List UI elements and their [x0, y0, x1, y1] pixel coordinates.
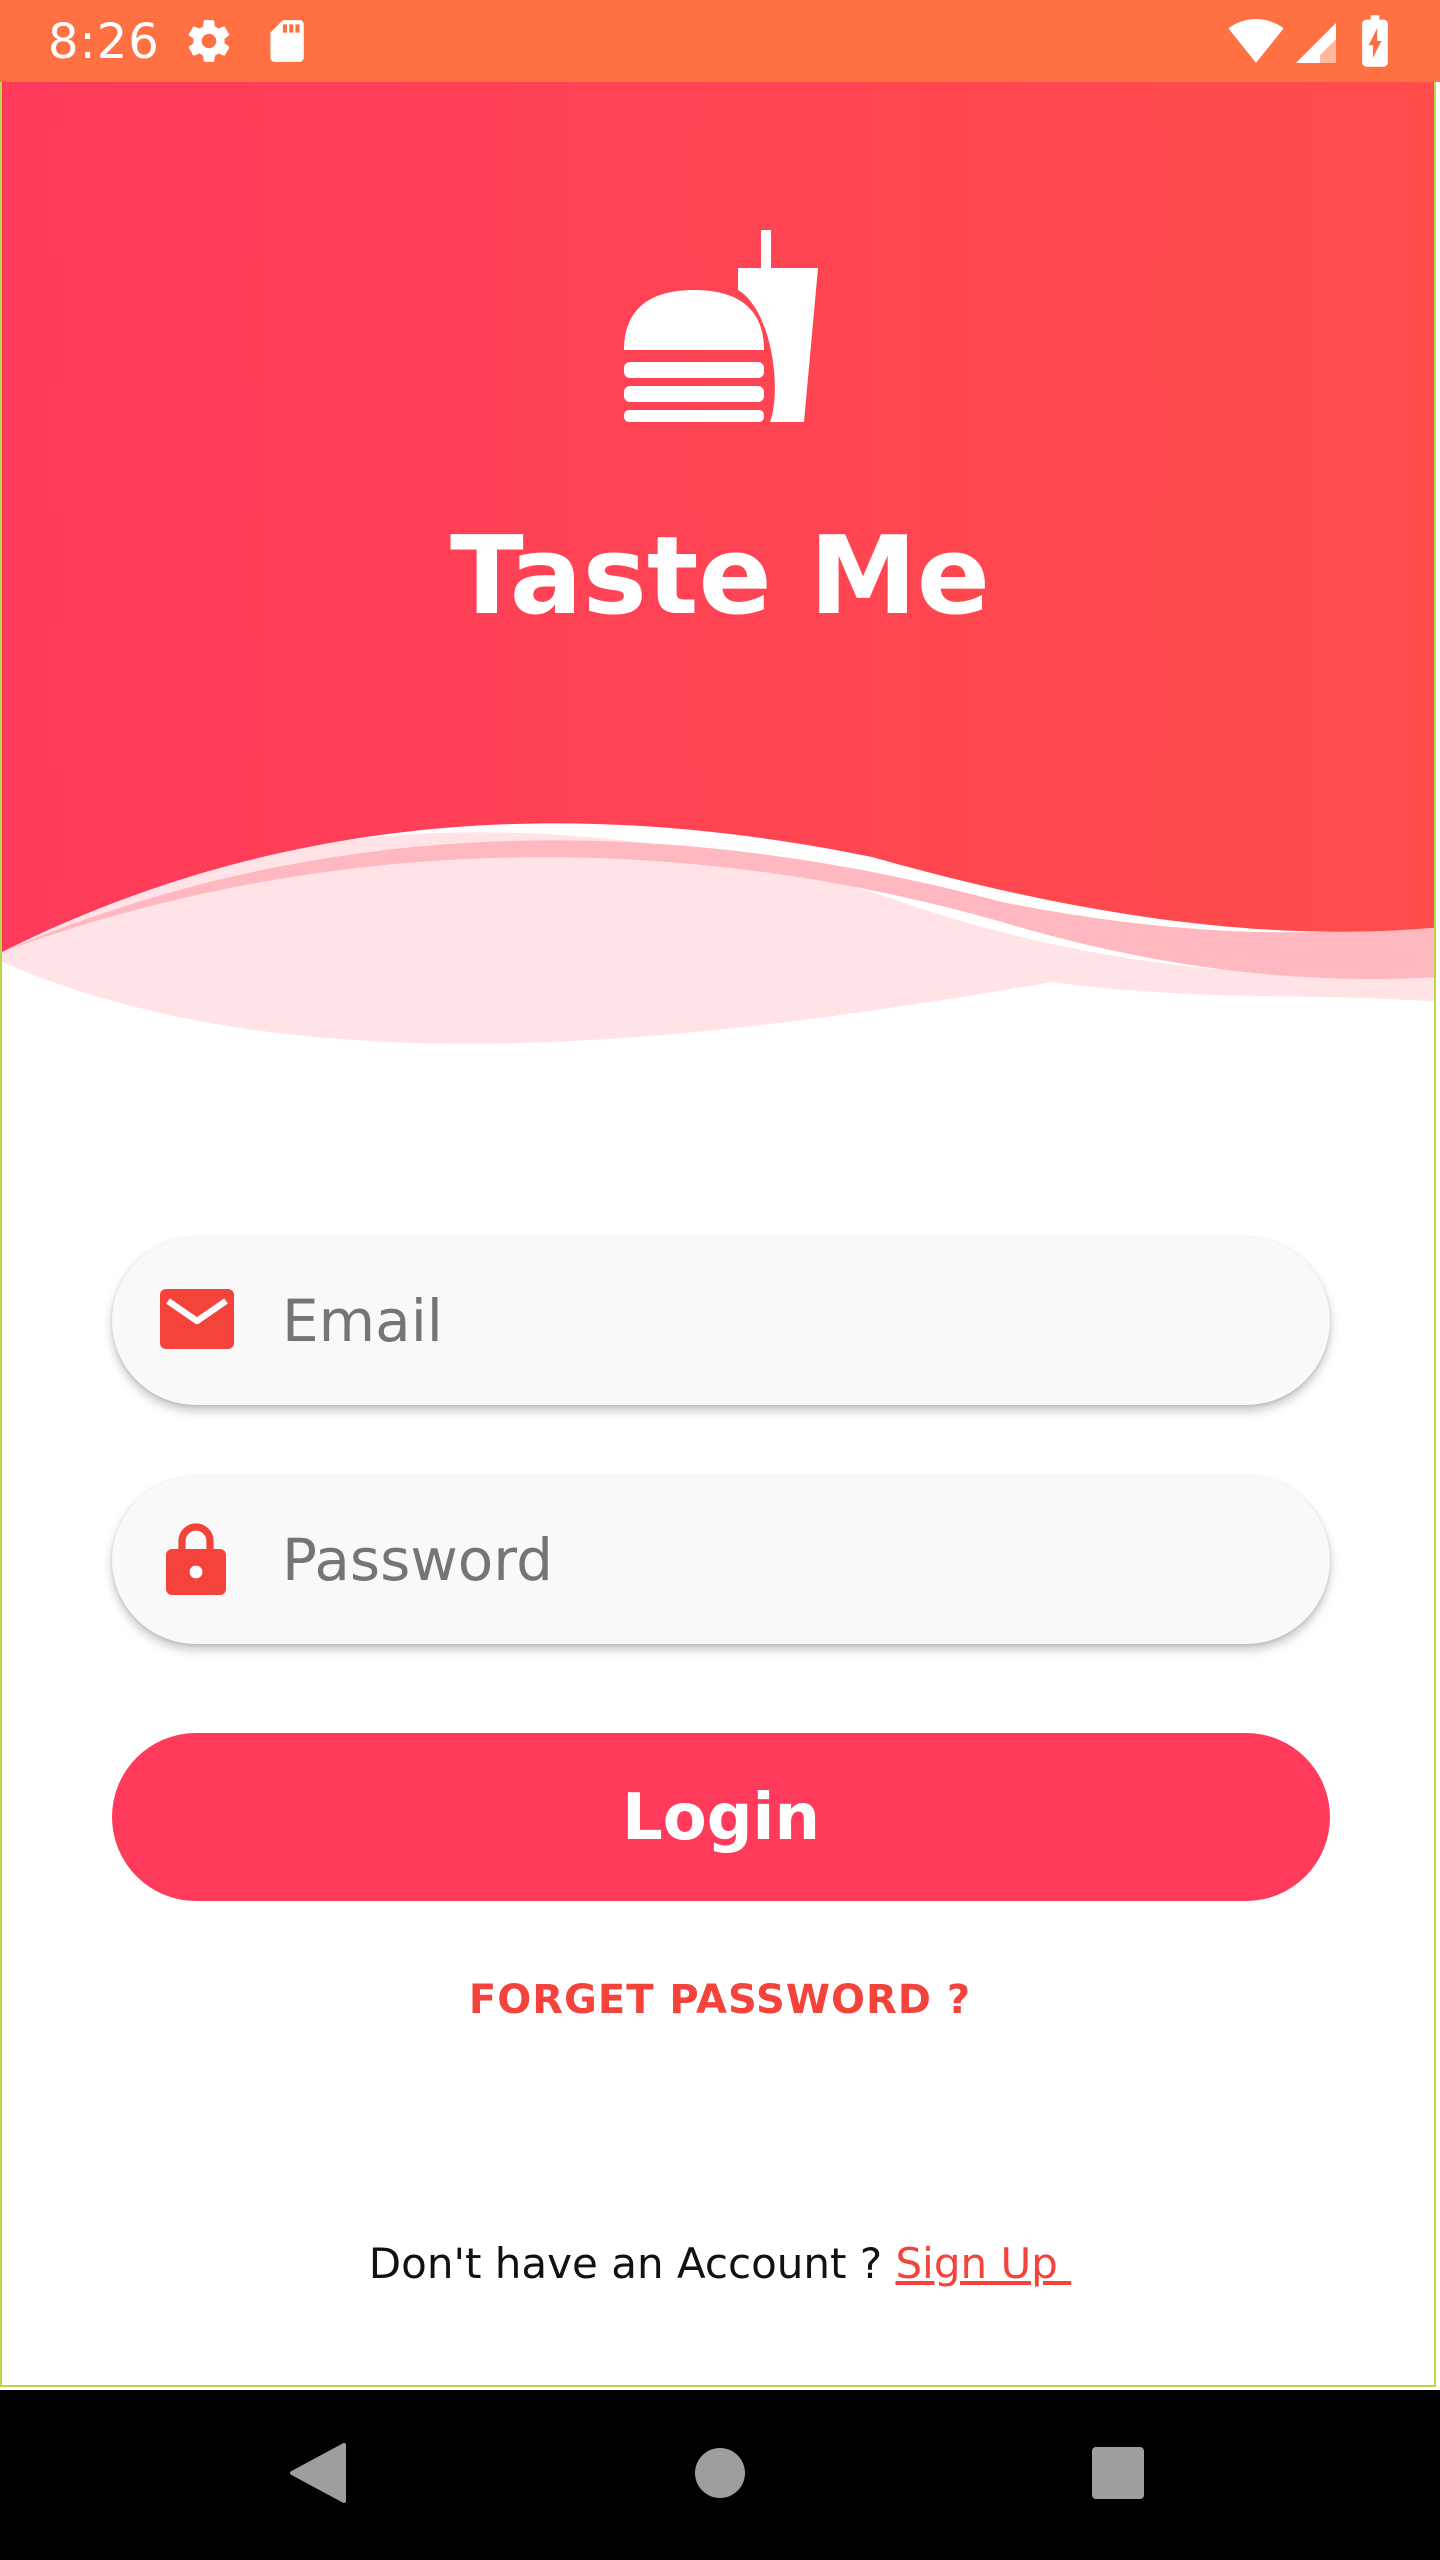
status-bar: 8:26 [0, 0, 1440, 82]
signal-icon [1292, 18, 1336, 68]
recents-icon[interactable] [1091, 2446, 1145, 2504]
navigation-bar [0, 2390, 1440, 2560]
email-field-container[interactable] [112, 1237, 1330, 1405]
settings-icon [184, 16, 234, 70]
signup-link[interactable]: Sign Up [895, 2239, 1071, 2288]
password-input[interactable] [282, 1476, 1282, 1644]
burger-drink-icon [624, 230, 818, 422]
mail-icon [160, 1289, 234, 1353]
status-time: 8:26 [48, 14, 160, 70]
email-input[interactable] [282, 1237, 1282, 1405]
app-content: Taste Me Login [0, 82, 1436, 2387]
lock-icon [166, 1521, 226, 1599]
battery-charging-icon [1360, 14, 1390, 72]
sd-card-icon [262, 16, 308, 70]
app-title: Taste Me [449, 514, 991, 639]
login-screen: 8:26 Taste Me Email Login FORGET PASSWOR… [0, 0, 1440, 2560]
back-icon[interactable] [288, 2441, 348, 2509]
signup-row: Don't have an Account ? Sign Up [2, 2234, 1434, 2294]
login-button[interactable]: Login [112, 1733, 1330, 1901]
forget-password-link[interactable]: FORGET PASSWORD ? [2, 1970, 1434, 2030]
home-icon[interactable] [693, 2446, 747, 2504]
password-field-container[interactable] [112, 1476, 1330, 1644]
signup-prompt: Don't have an Account ? [368, 2239, 896, 2288]
wifi-icon [1228, 18, 1284, 68]
